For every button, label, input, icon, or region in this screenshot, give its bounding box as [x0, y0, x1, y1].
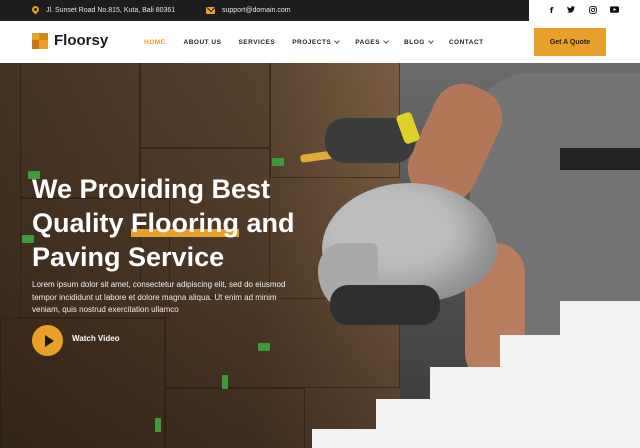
email-info[interactable]: support@domain.com	[206, 0, 291, 21]
headline-line-3: Paving Service	[32, 242, 225, 272]
email-text[interactable]: support@domain.com	[222, 7, 291, 14]
headline-line-1: We Providing Best	[32, 174, 271, 204]
white-tile	[376, 399, 640, 429]
twitter-icon[interactable]	[566, 6, 575, 15]
logo-mark-icon	[32, 32, 48, 49]
white-tile	[312, 429, 640, 448]
nav-home[interactable]: HOME	[144, 39, 166, 46]
white-tile	[430, 367, 640, 399]
headline-highlight: Flooring	[131, 208, 240, 238]
nav-projects[interactable]: PROJECTS	[292, 37, 341, 46]
nav-contact-label: CONTACT	[448, 38, 484, 46]
nav-contact[interactable]: CONTACT	[449, 39, 484, 46]
main-nav: HOME ABOUT US SERVICES PROJECTS PAGES BL…	[144, 21, 484, 63]
tile-spacer-clip	[222, 375, 228, 389]
hero-description: Lorem ipsum dolor sit amet, consectetur …	[32, 280, 286, 314]
main-header: Floorsy HOME ABOUT US SERVICES PROJECTS …	[0, 21, 640, 63]
logo-text: Floorsy	[54, 32, 109, 49]
hero-section: We Providing Best Quality Flooring and P…	[0, 63, 640, 448]
social-links: f	[529, 0, 640, 21]
site-logo[interactable]: Floorsy	[32, 32, 108, 49]
nav-pages[interactable]: PAGES	[355, 37, 389, 46]
tile-spacer-clip	[155, 418, 161, 432]
watch-video-link[interactable]: Watch Video	[72, 334, 120, 343]
headline-text: and	[239, 208, 295, 238]
chevron-down-icon	[334, 37, 341, 44]
hero-headline: We Providing Best Quality Flooring and P…	[32, 172, 332, 274]
chevron-down-icon	[383, 37, 389, 44]
worker-glove	[330, 285, 440, 325]
get-a-quote-button[interactable]: Get A Quote	[534, 28, 606, 56]
headline-line-2: Quality Flooring and	[32, 206, 332, 240]
white-tile	[500, 335, 640, 367]
instagram-icon[interactable]	[588, 5, 597, 16]
tile-spacer-clip	[258, 343, 270, 351]
nav-home-label: HOME	[144, 38, 166, 46]
nav-services[interactable]: SERVICES	[238, 39, 275, 46]
nav-about-us-label: ABOUT US	[183, 38, 222, 46]
floor-plank	[140, 63, 270, 148]
nav-projects-label: PROJECTS	[292, 38, 332, 46]
nav-services-label: SERVICES	[238, 38, 276, 46]
address-text: Jl. Sunset Road No.815, Kuta, Bali 80361	[46, 7, 176, 14]
nav-blog[interactable]: BLOG	[404, 37, 434, 46]
floor-plank	[165, 388, 305, 448]
worker-strap	[560, 148, 640, 170]
nav-about-us[interactable]: ABOUT US	[184, 39, 222, 46]
white-tile	[560, 301, 640, 335]
nav-blog-label: BLOG	[404, 38, 425, 46]
address-info: Jl. Sunset Road No.815, Kuta, Bali 80361	[32, 0, 175, 21]
top-bar: Jl. Sunset Road No.815, Kuta, Bali 80361…	[0, 0, 640, 21]
play-icon	[44, 334, 54, 347]
headline-text: Quality	[32, 208, 132, 238]
chevron-down-icon	[427, 37, 434, 44]
youtube-icon[interactable]	[610, 6, 620, 15]
envelope-icon	[206, 7, 215, 14]
tile-spacer-clip	[272, 158, 284, 166]
facebook-icon[interactable]: f	[550, 6, 553, 15]
nav-pages-label: PAGES	[355, 38, 381, 46]
location-pin-icon	[32, 6, 39, 15]
play-video-button[interactable]	[32, 325, 63, 356]
